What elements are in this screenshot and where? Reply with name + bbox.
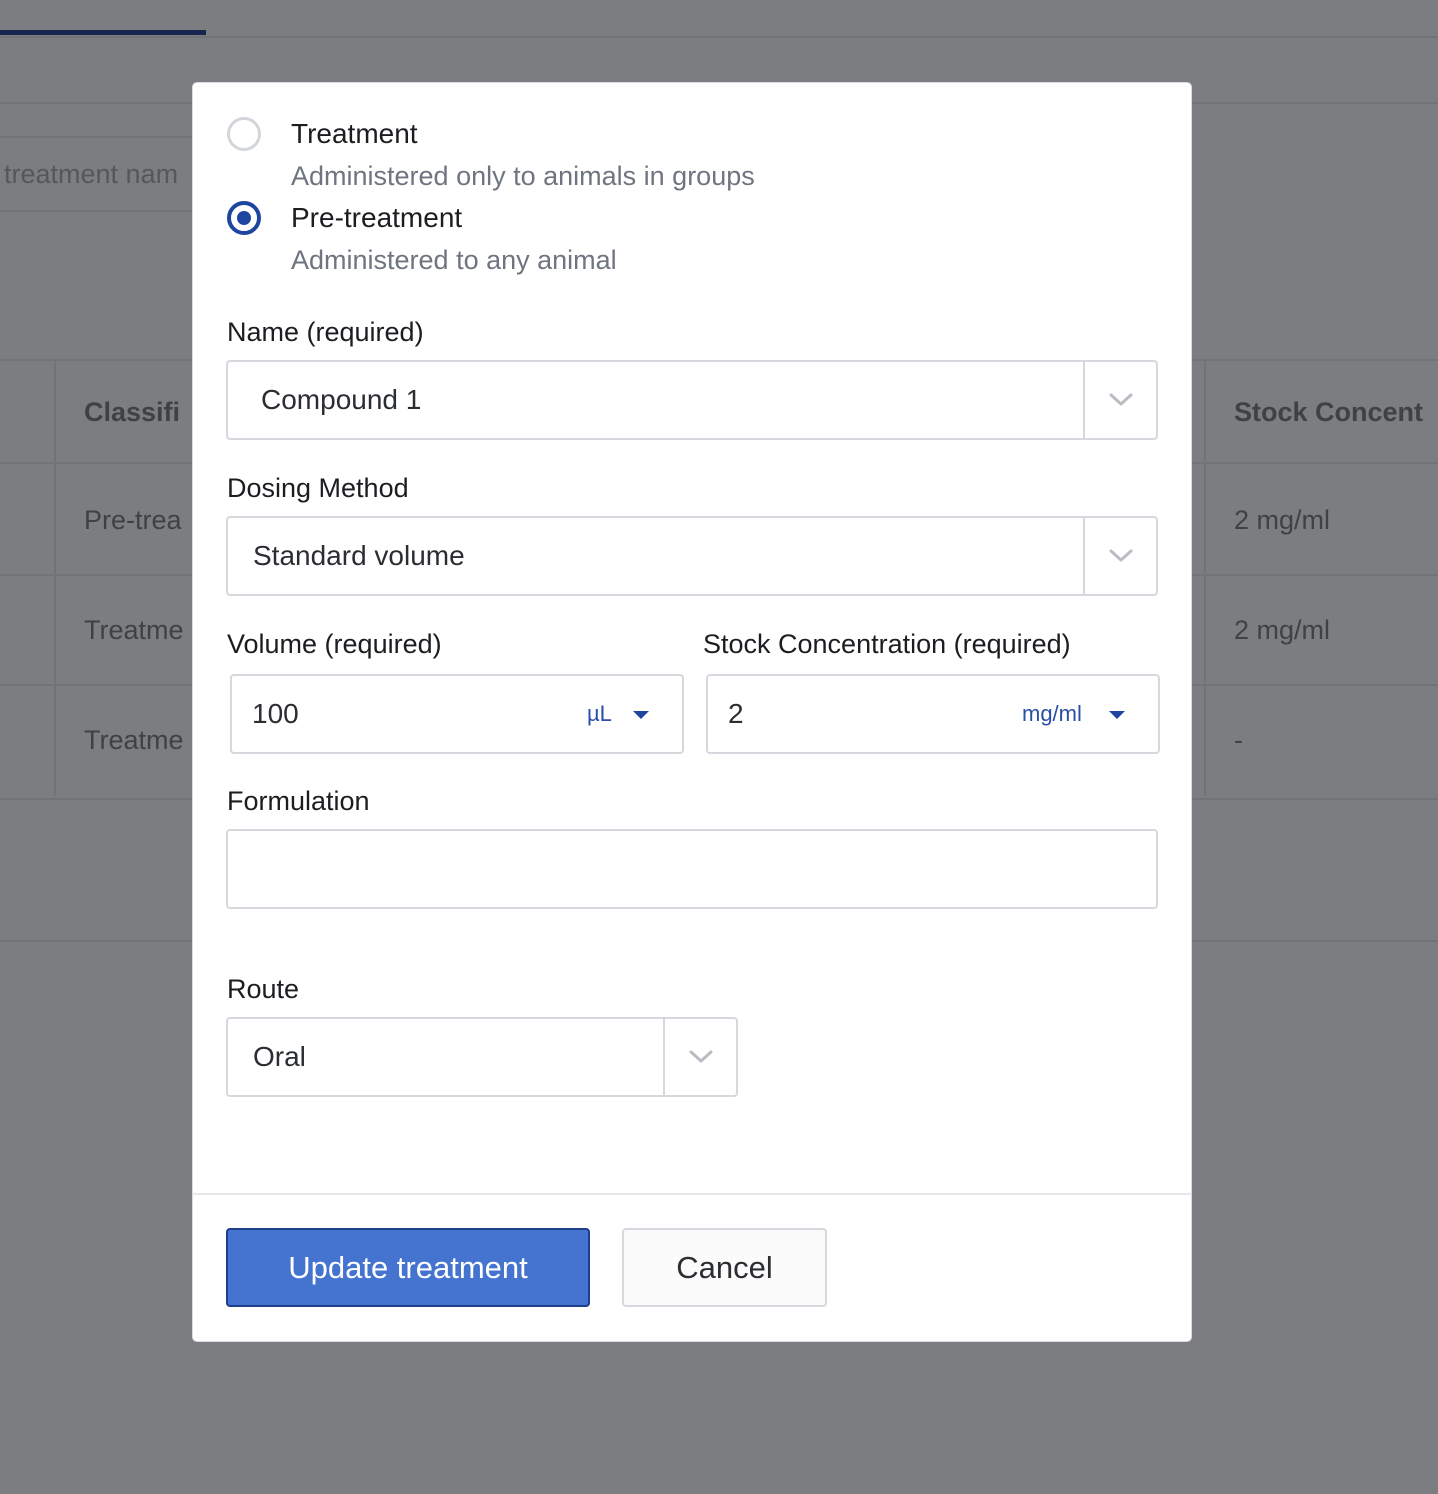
stock-concentration-input-value: 2 — [728, 698, 744, 729]
background-cell-stock: 2 mg/ml — [1234, 615, 1331, 645]
background-cell-classification: Treatme — [84, 615, 184, 645]
volume-unit-selector[interactable]: µL — [587, 676, 612, 752]
radio-option-pre-treatment[interactable]: Pre-treatment Administered to any animal — [227, 201, 617, 277]
route-label: Route — [227, 974, 300, 1004]
radio-button-treatment[interactable] — [227, 117, 261, 151]
name-label: Name (required) — [227, 317, 424, 347]
background-column-divider — [54, 359, 56, 796]
dosing-method-select[interactable]: Standard volume — [226, 516, 1158, 596]
dosing-method-select-value: Standard volume — [253, 540, 465, 571]
volume-input[interactable]: 100 µL — [230, 674, 684, 754]
route-select-value: Oral — [253, 1041, 306, 1072]
formulation-input[interactable] — [226, 829, 1158, 909]
stock-concentration-label: Stock Concentration (required) — [703, 629, 1071, 659]
volume-input-value: 100 — [252, 698, 299, 729]
name-select[interactable]: Compound 1 — [226, 360, 1158, 440]
background-cell-stock: - — [1234, 725, 1243, 755]
background-search-placeholder: treatment nam — [4, 159, 179, 189]
modal-footer-divider — [193, 1193, 1191, 1195]
formulation-label: Formulation — [227, 786, 370, 816]
stock-concentration-input[interactable]: 2 mg/ml — [706, 674, 1160, 754]
background-header-classification: Classifi — [84, 397, 181, 427]
background-cell-classification: Treatme — [84, 725, 184, 755]
volume-label: Volume (required) — [227, 629, 442, 659]
radio-option-treatment[interactable]: Treatment Administered only to animals i… — [227, 117, 755, 193]
chevron-down-icon[interactable] — [665, 1019, 736, 1095]
background-active-tab-indicator — [0, 30, 206, 35]
edit-treatment-modal: Treatment Administered only to animals i… — [193, 83, 1191, 1341]
stock-concentration-unit-selector[interactable]: mg/ml — [1022, 676, 1082, 752]
route-select[interactable]: Oral — [226, 1017, 738, 1097]
caret-down-icon[interactable] — [1109, 711, 1125, 719]
update-treatment-button[interactable]: Update treatment — [226, 1228, 590, 1307]
radio-title-pre-treatment: Pre-treatment — [291, 202, 463, 233]
chevron-down-icon[interactable] — [1085, 518, 1156, 594]
caret-down-icon[interactable] — [633, 711, 649, 719]
dosing-method-label: Dosing Method — [227, 473, 409, 503]
background-cell-stock: 2 mg/ml — [1234, 505, 1331, 535]
radio-title-treatment: Treatment — [291, 118, 418, 149]
radio-description-pre-treatment: Administered to any animal — [291, 245, 617, 275]
background-cell-classification: Pre-trea — [84, 505, 182, 535]
background-tab-bar — [0, 0, 1438, 38]
cancel-button[interactable]: Cancel — [622, 1228, 827, 1307]
radio-description-treatment: Administered only to animals in groups — [291, 161, 755, 191]
background-header-stock: Stock Concent — [1234, 397, 1424, 427]
name-select-value: Compound 1 — [261, 384, 422, 415]
chevron-down-icon[interactable] — [1085, 362, 1156, 438]
background-column-divider — [1204, 359, 1206, 796]
radio-button-pre-treatment[interactable] — [227, 201, 261, 235]
